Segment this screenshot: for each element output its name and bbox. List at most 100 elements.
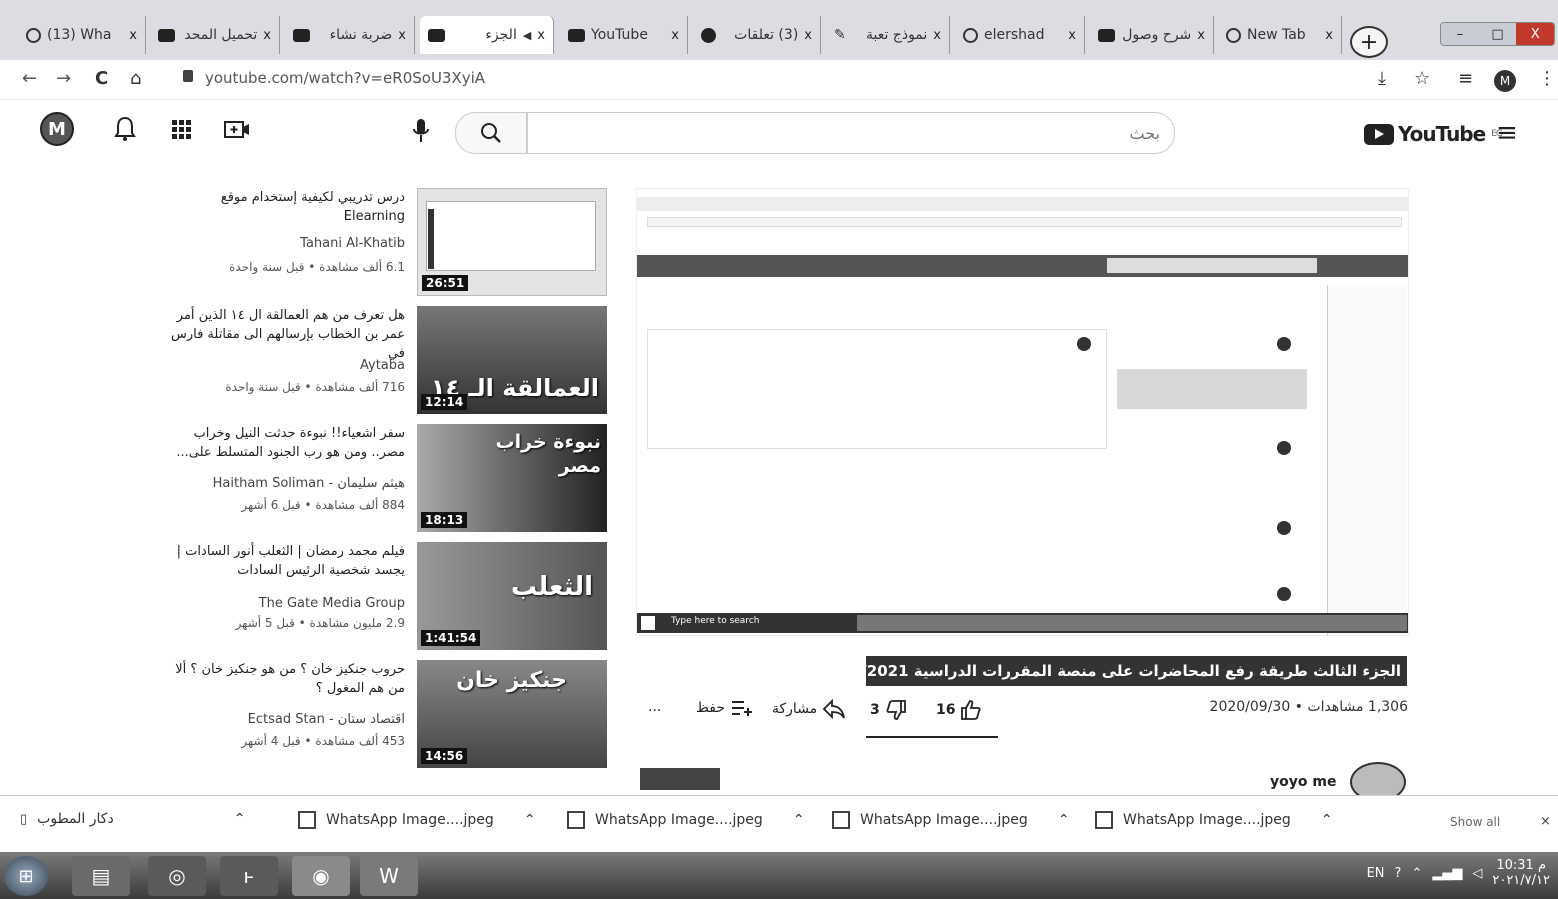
taskbar-acrobat[interactable]: ⱶ: [220, 856, 278, 896]
microphone-icon[interactable]: [412, 118, 430, 144]
tab-youtube-2[interactable]: ضربة نشاء x: [285, 16, 415, 54]
taskbar-word[interactable]: W: [360, 856, 418, 896]
dislike-button[interactable]: 3: [870, 699, 907, 721]
new-tab-button[interactable]: +: [1350, 26, 1388, 58]
taskbar-edge[interactable]: ◎: [148, 856, 206, 896]
video-title[interactable]: درس تدريبي لكيفية إستخدام موقع Elearning: [170, 188, 405, 226]
bookmark-star-icon[interactable]: ☆: [1414, 68, 1430, 89]
close-icon[interactable]: x: [1325, 28, 1333, 43]
home-button[interactable]: ⌂: [130, 68, 141, 89]
close-icon[interactable]: x: [671, 28, 679, 43]
tab-form[interactable]: ✎ نموذج تعبة x: [826, 16, 950, 54]
tab-whatsapp[interactable]: (13) Wha x: [18, 16, 146, 54]
video-title[interactable]: حروب جنكيز خان ؟ من هو جنكيز خان ؟ ألا م…: [170, 660, 405, 698]
video-thumbnail[interactable]: 26:51: [417, 188, 607, 296]
close-icon[interactable]: x: [537, 28, 545, 43]
guide-menu-icon[interactable]: ≡: [1496, 118, 1518, 148]
show-all-link[interactable]: Show all: [1450, 815, 1500, 829]
account-avatar[interactable]: M: [40, 112, 74, 146]
video-thumbnail[interactable]: نبوءة خراب مصر 18:13: [417, 424, 607, 532]
reading-list-icon[interactable]: ≡: [1458, 68, 1473, 89]
download-item[interactable]: ▯ دكار المطوب ⌃: [20, 811, 245, 827]
recommendation-item[interactable]: العمالقة الـ ١٤ 12:14 هل تعرف من هم العم…: [160, 306, 610, 416]
tab-active-video[interactable]: الجزء ◀ x: [420, 16, 554, 54]
windows-logo-icon: ⊞: [18, 865, 34, 887]
maximize-button[interactable]: □: [1478, 23, 1517, 45]
create-video-icon[interactable]: [224, 119, 250, 139]
video-title[interactable]: فيلم محمد رمضان | الثعلب أنور السادات | …: [170, 542, 405, 580]
video-title[interactable]: هل تعرف من هم العمالقة ال ١٤ الذين أمر ع…: [170, 306, 405, 363]
close-icon[interactable]: x: [263, 28, 271, 43]
download-item[interactable]: WhatsApp Image....jpeg ⌃: [1095, 811, 1333, 829]
channel-name[interactable]: Tahani Al-Khatib: [300, 236, 405, 251]
channel-name[interactable]: Haitham Soliman - هيثم سليمان: [213, 476, 405, 491]
video-title[interactable]: سفر اشعياء!! نبوءة حدثت النيل وخراب مصر.…: [170, 424, 405, 462]
tab-new[interactable]: New Tab x: [1218, 16, 1342, 54]
language-indicator[interactable]: EN: [1367, 866, 1385, 881]
facebook-icon: [701, 27, 716, 43]
recommendation-item[interactable]: نبوءة خراب مصر 18:13 سفر اشعياء!! نبوءة …: [160, 424, 610, 534]
close-icon[interactable]: x: [1197, 28, 1205, 43]
taskbar-chrome[interactable]: ◉: [292, 856, 350, 896]
signal-icon[interactable]: ▂▄▆: [1432, 866, 1462, 881]
close-icon[interactable]: x: [804, 28, 812, 43]
download-item[interactable]: WhatsApp Image....jpeg ⌃: [832, 811, 1070, 829]
recommendation-item[interactable]: جنكيز خان 14:56 حروب جنكيز خان ؟ من هو ج…: [160, 660, 610, 788]
tab-label: (13) Wha: [47, 27, 112, 43]
apps-grid-icon[interactable]: [172, 120, 192, 140]
back-button[interactable]: ←: [22, 68, 37, 89]
install-icon[interactable]: ⤓: [1378, 68, 1386, 89]
share-button[interactable]: مشاركة: [772, 699, 846, 719]
close-icon[interactable]: x: [129, 28, 137, 43]
bell-icon[interactable]: [114, 116, 136, 142]
tab-elershad[interactable]: elershad x: [955, 16, 1085, 54]
save-button[interactable]: حفظ: [696, 699, 754, 717]
close-icon[interactable]: x: [1068, 28, 1076, 43]
more-actions-button[interactable]: ...: [648, 699, 661, 715]
channel-name[interactable]: yoyo me: [1270, 774, 1336, 790]
forward-button[interactable]: →: [56, 68, 71, 89]
start-button[interactable]: ⊞: [4, 856, 48, 896]
channel-name[interactable]: Aytaba: [360, 358, 405, 373]
search-input[interactable]: [528, 113, 1174, 153]
chevron-up-icon[interactable]: ⌃: [793, 812, 805, 828]
recommendation-item[interactable]: الثعلب 1:41:54 فيلم محمد رمضان | الثعلب …: [160, 542, 610, 652]
help-icon[interactable]: ?: [1395, 866, 1402, 881]
tab-label: تحميل المحد: [184, 27, 258, 43]
recommendation-item[interactable]: 26:51 درس تدريبي لكيفية إستخدام موقع Ele…: [160, 188, 610, 298]
like-button[interactable]: 16: [936, 699, 982, 721]
tab-youtube-3[interactable]: شرح وصول x: [1090, 16, 1214, 54]
volume-icon[interactable]: ◁: [1472, 866, 1482, 881]
speaker-icon[interactable]: ◀: [523, 29, 531, 42]
browser-menu-icon[interactable]: ⋮: [1538, 68, 1556, 89]
video-player[interactable]: Type here to search: [636, 188, 1409, 636]
close-downloads-icon[interactable]: ×: [1540, 814, 1551, 829]
download-item[interactable]: WhatsApp Image....jpeg ⌃: [298, 811, 536, 829]
subscribe-button[interactable]: [640, 768, 720, 790]
channel-name[interactable]: The Gate Media Group: [259, 596, 405, 611]
close-icon[interactable]: x: [398, 28, 406, 43]
chevron-up-icon[interactable]: ⌃: [1321, 812, 1333, 828]
close-window-button[interactable]: X: [1516, 23, 1554, 45]
download-item[interactable]: WhatsApp Image....jpeg ⌃: [567, 811, 805, 829]
url-field[interactable]: youtube.com/watch?v=eR0SoU3XyiA: [205, 69, 485, 87]
video-thumbnail[interactable]: الثعلب 1:41:54: [417, 542, 607, 650]
tab-facebook[interactable]: (3) تعلقات x: [693, 16, 821, 54]
video-thumbnail[interactable]: العمالقة الـ ١٤ 12:14: [417, 306, 607, 414]
chevron-up-icon[interactable]: ⌃: [234, 811, 246, 827]
close-icon[interactable]: x: [933, 28, 941, 43]
minimize-button[interactable]: –: [1441, 23, 1479, 45]
clock[interactable]: 10:31 م ٢٠٢١/٧/١٢: [1492, 858, 1550, 888]
chevron-up-icon[interactable]: ⌃: [1058, 812, 1070, 828]
tab-youtube-home[interactable]: YouTube x: [560, 16, 688, 54]
tab-youtube-1[interactable]: تحميل المحد x: [150, 16, 280, 54]
reload-button[interactable]: C: [95, 68, 108, 89]
taskbar-explorer[interactable]: ▤: [72, 856, 130, 896]
profile-avatar[interactable]: M: [1494, 70, 1516, 92]
youtube-logo[interactable]: YouTube EG: [1364, 122, 1503, 146]
video-thumbnail[interactable]: جنكيز خان 14:56: [417, 660, 607, 768]
channel-name[interactable]: Ectsad Stan - اقتصاد ستان: [248, 712, 405, 727]
show-hidden-icons[interactable]: ⌃: [1411, 866, 1422, 881]
chevron-up-icon[interactable]: ⌃: [524, 812, 536, 828]
search-button[interactable]: [455, 112, 527, 154]
